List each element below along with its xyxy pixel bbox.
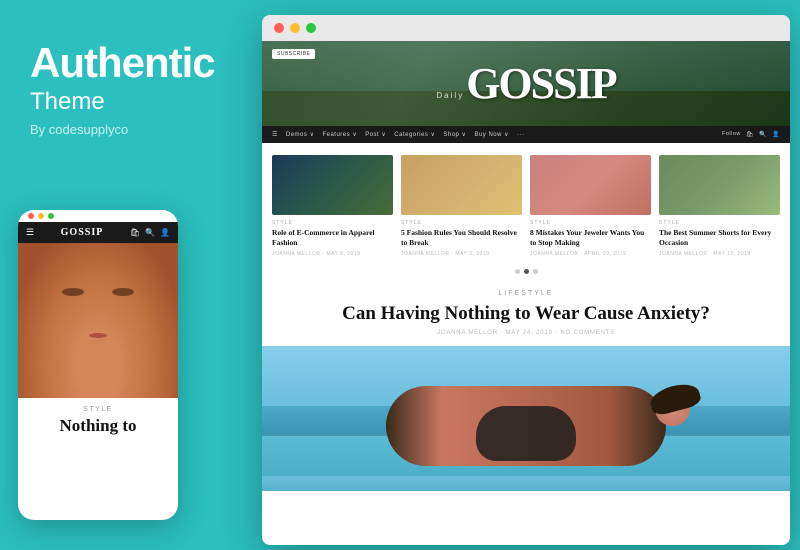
mobile-window-dots xyxy=(28,213,54,219)
article-card-2: STYLE 5 Fashion Rules You Should Resolve… xyxy=(401,155,522,257)
featured-comments: NO COMMENTS xyxy=(560,330,614,336)
website-header: SUBSCRIBE Daily GOSSIP xyxy=(262,41,790,126)
mobile-dot-red xyxy=(28,213,34,219)
article-thumb-1 xyxy=(272,155,393,215)
brand-by: By codesupplyco xyxy=(30,122,225,137)
website-nav: ☰ Demos ∨ Features ∨ Post ∨ Categories ∨… xyxy=(262,126,790,143)
article-3-meta: JOANNA MELLOR · APRIL 29, 2019 xyxy=(530,251,651,257)
article-3-title: 8 Mistakes Your Jeweler Wants You to Sto… xyxy=(530,228,651,248)
article-4-title: The Best Summer Shorts for Every Occasio… xyxy=(659,228,780,248)
article-2-style: STYLE xyxy=(401,220,522,226)
article-1-title: Role of E-Commerce in Apparel Fashion xyxy=(272,228,393,248)
website-logo-area: SUBSCRIBE Daily GOSSIP xyxy=(262,41,790,126)
article-thumb-2 xyxy=(401,155,522,215)
featured-title: Can Having Nothing to Wear Cause Anxiety… xyxy=(282,303,770,326)
browser-chrome xyxy=(262,15,790,41)
article-card-3: STYLE 8 Mistakes Your Jeweler Wants You … xyxy=(530,155,651,257)
mobile-bag-icon: 🛍 xyxy=(130,228,140,237)
featured-author: JOANNA MELLOR xyxy=(437,330,498,336)
website-logo: GOSSIP xyxy=(466,62,615,106)
nav-more: ··· xyxy=(517,132,525,138)
nav-features[interactable]: Features ∨ xyxy=(322,131,357,138)
nav-demos[interactable]: Demos ∨ xyxy=(286,131,315,138)
nav-shop[interactable]: Shop ∨ xyxy=(443,131,466,138)
page-dot-2[interactable] xyxy=(524,269,529,274)
brand-subtitle: Theme xyxy=(30,88,225,116)
nav-post[interactable]: Post ∨ xyxy=(365,131,386,138)
article-4-style: STYLE xyxy=(659,220,780,226)
mobile-dot-green xyxy=(48,213,54,219)
article-card-4: STYLE The Best Summer Shorts for Every O… xyxy=(659,155,780,257)
mobile-mockup: ☰ GOSSIP 🛍 🔍 👤 STYLE Nothing to xyxy=(18,210,178,520)
subscribe-button[interactable]: SUBSCRIBE xyxy=(272,49,315,59)
website-daily-label: Daily xyxy=(436,91,464,100)
article-2-meta: JOANNA MELLOR · MAY 3, 2019 xyxy=(401,251,522,257)
nav-categories[interactable]: Categories ∨ xyxy=(394,131,435,138)
article-thumb-3 xyxy=(530,155,651,215)
follow-button[interactable]: Follow xyxy=(722,131,741,138)
article-1-style: STYLE xyxy=(272,220,393,226)
article-thumb-4 xyxy=(659,155,780,215)
brand-title: Authentic xyxy=(30,40,225,86)
mobile-logo: GOSSIP xyxy=(61,227,104,238)
browser-dot-green xyxy=(306,23,316,33)
pool-tiles xyxy=(262,476,790,491)
browser-window: SUBSCRIBE Daily GOSSIP ☰ Demos ∨ Feature… xyxy=(262,15,790,545)
browser-dot-red xyxy=(274,23,284,33)
browser-dot-yellow xyxy=(290,23,300,33)
left-panel: Authentic Theme By codesupplyco ☰ GOSSIP… xyxy=(0,0,255,550)
nav-buynow[interactable]: Buy Now ∨ xyxy=(474,131,509,138)
nav-user-icon: 👤 xyxy=(772,131,780,138)
featured-swimsuit xyxy=(476,406,576,461)
article-4-meta: JOANNA MELLOR · MAY 10, 2019 xyxy=(659,251,780,257)
article-2-title: 5 Fashion Rules You Should Resolve to Br… xyxy=(401,228,522,248)
page-dot-1[interactable] xyxy=(515,269,520,274)
featured-category: LIFESTYLE xyxy=(282,290,770,297)
article-1-meta: JOANNA MELLOR · MAY 8, 2019 xyxy=(272,251,393,257)
mobile-hero-image xyxy=(18,243,178,398)
article-grid: STYLE Role of E-Commerce in Apparel Fash… xyxy=(262,143,790,265)
nav-menu-icon: ☰ xyxy=(272,131,278,138)
featured-date: MAY 24, 2019 xyxy=(506,330,553,336)
nav-search-icon: 🔍 xyxy=(759,131,767,138)
article-card-1: STYLE Role of E-Commerce in Apparel Fash… xyxy=(272,155,393,257)
featured-section: LIFESTYLE Can Having Nothing to Wear Cau… xyxy=(262,282,790,347)
mobile-dot-yellow xyxy=(38,213,44,219)
mobile-search-icon: 🔍 xyxy=(145,228,155,237)
featured-image xyxy=(262,346,790,491)
article-3-style: STYLE xyxy=(530,220,651,226)
pagination-dots xyxy=(262,265,790,282)
mobile-nav-bar: ☰ GOSSIP 🛍 🔍 👤 xyxy=(18,222,178,243)
mobile-style-tag: STYLE xyxy=(28,406,168,413)
mobile-user-icon: 👤 xyxy=(160,228,170,237)
mobile-top-bar xyxy=(18,210,178,222)
featured-meta: JOANNA MELLOR · MAY 24, 2019 · NO COMMEN… xyxy=(282,330,770,336)
mobile-article-title: Nothing to xyxy=(28,416,168,436)
nav-bag-icon: 🛍 xyxy=(746,131,754,138)
mobile-menu-icon: ☰ xyxy=(26,227,34,238)
page-dot-3[interactable] xyxy=(533,269,538,274)
mobile-face-graphic xyxy=(18,243,178,398)
website-nav-right: Follow 🛍 🔍 👤 xyxy=(722,131,780,138)
mobile-content-area: STYLE Nothing to xyxy=(18,398,178,444)
mobile-nav-icons: 🛍 🔍 👤 xyxy=(130,228,170,237)
